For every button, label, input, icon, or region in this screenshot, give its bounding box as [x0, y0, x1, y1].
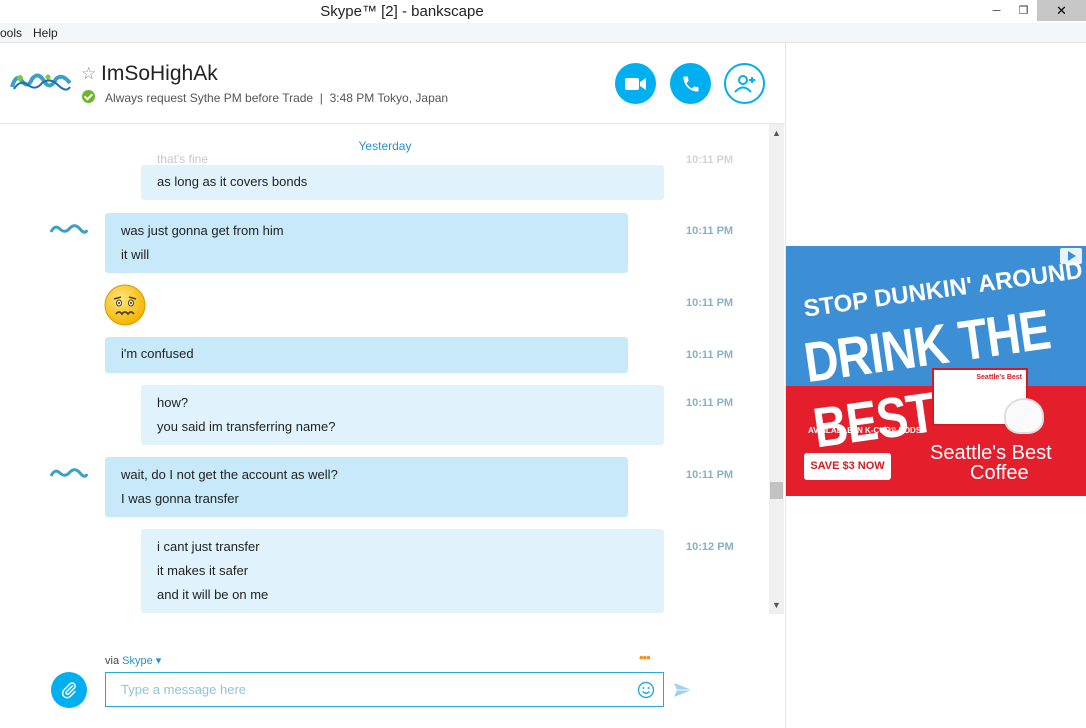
message-time: 10:11 PM [686, 469, 734, 481]
faded-message: that's fine [157, 152, 208, 166]
message-line: how? [157, 395, 189, 410]
message-time: 10:11 PM [686, 225, 734, 237]
menu-tools[interactable]: ools [0, 26, 22, 40]
message-time: 10:12 PM [686, 541, 734, 553]
contact-mood: Always request Sythe PM before Trade | 3… [105, 91, 448, 105]
sender-avatar[interactable] [50, 222, 88, 236]
video-camera-icon [624, 77, 646, 90]
favorite-star-icon[interactable]: ☆ [81, 64, 96, 84]
voice-call-button[interactable] [670, 63, 711, 104]
attach-button[interactable] [51, 672, 87, 708]
menu-bar: ools Help [0, 23, 1086, 43]
sender-avatar[interactable] [50, 466, 88, 480]
message-bubble-incoming[interactable]: was just gonna get from him it will [105, 213, 628, 273]
kcup-box-label: Seattle's Best [976, 374, 1022, 381]
title-bar: Skype™ [2] - bankscape ─ ❐ ✕ [0, 0, 1086, 23]
contact-avatar[interactable] [10, 69, 72, 93]
restore-button[interactable]: ❐ [1010, 0, 1037, 21]
chevron-down-icon[interactable]: ▾ [156, 655, 162, 667]
scroll-down-arrow-icon[interactable]: ▼ [769, 598, 784, 612]
message-input[interactable] [105, 672, 664, 707]
via-label: via [105, 655, 120, 667]
chat-scrollbar[interactable]: ▲ ▼ [769, 124, 784, 614]
confused-emoticon-icon [104, 284, 146, 326]
message-line: i'm confused [121, 346, 194, 361]
add-user-icon [733, 74, 755, 93]
ad-availability: AVAILABLE IN K-CUP® PODS [808, 426, 922, 435]
message-line: it will [121, 247, 150, 262]
advertisement-banner[interactable]: STOP DUNKIN' AROUND DRINK THE BEST Seatt… [786, 246, 1086, 496]
kcup-pod-image [1004, 398, 1044, 434]
mood-message: Always request Sythe PM before Trade [105, 91, 314, 105]
message-bubble-outgoing[interactable]: as long as it covers bonds [141, 165, 664, 200]
via-service[interactable]: Skype [122, 655, 153, 667]
minimize-button[interactable]: ─ [983, 0, 1010, 21]
message-line: was just gonna get from him [121, 223, 284, 238]
close-button[interactable]: ✕ [1037, 0, 1086, 21]
message-line: as long as it covers bonds [157, 174, 308, 189]
message-bubble-incoming[interactable]: wait, do I not get the account as well? … [105, 457, 628, 517]
day-separator: Yesterday [358, 139, 412, 153]
message-line: wait, do I not get the account as well? [121, 467, 338, 482]
window-title: Skype™ [2] - bankscape [320, 3, 484, 20]
faded-message-time: 10:11 PM [686, 154, 734, 166]
message-line: you said im transferring name? [157, 419, 336, 434]
ad-cta-button[interactable]: SAVE $3 NOW [804, 453, 891, 480]
phone-icon [683, 76, 698, 91]
menu-help[interactable]: Help [33, 26, 58, 40]
message-line: and it will be on me [157, 587, 269, 602]
paperclip-icon [61, 682, 76, 699]
emoticon-picker-icon[interactable] [637, 681, 655, 699]
message-time: 10:11 PM [686, 397, 734, 409]
message-time: 10:11 PM [686, 297, 734, 309]
video-call-button[interactable] [615, 63, 656, 104]
contact-name[interactable]: ImSoHighAk [101, 62, 218, 86]
message-time: 10:11 PM [686, 349, 734, 361]
send-icon[interactable] [673, 682, 693, 698]
message-bubble-outgoing[interactable]: i cant just transfer it makes it safer a… [141, 529, 664, 613]
scroll-up-arrow-icon[interactable]: ▲ [769, 126, 784, 140]
message-line: i cant just transfer [157, 539, 260, 554]
contact-local-time: 3:48 PM Tokyo, Japan [329, 91, 449, 105]
mood-separator: | [319, 91, 323, 105]
ad-brand-name-2: Coffee [970, 462, 1029, 484]
message-line: it makes it safer [157, 563, 249, 578]
add-people-button[interactable] [724, 63, 765, 104]
message-line: I was gonna transfer [121, 491, 239, 506]
online-status-icon [82, 90, 95, 103]
typing-indicator: ••• [639, 650, 651, 665]
scrollbar-thumb[interactable] [770, 482, 783, 499]
send-via-selector[interactable]: via Skype ▾ [105, 654, 161, 667]
message-bubble-incoming[interactable]: i'm confused [105, 337, 628, 373]
message-bubble-outgoing[interactable]: how? you said im transferring name? [141, 385, 664, 445]
